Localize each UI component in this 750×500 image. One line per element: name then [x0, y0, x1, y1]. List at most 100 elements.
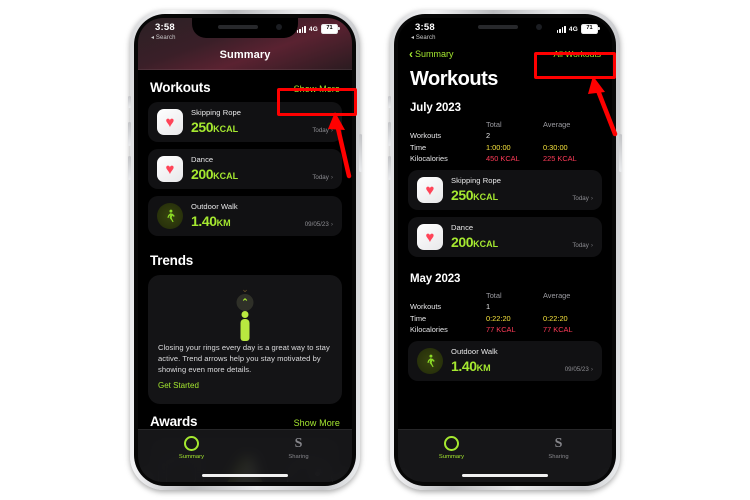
- silent-switch-right[interactable]: [388, 96, 391, 108]
- row-label: Workouts: [410, 131, 442, 141]
- month-statistics-table: Total Average Workouts 1 Time 0:22:20 0:…: [398, 288, 612, 341]
- activity-ring-icon: [184, 436, 199, 451]
- walking-icon: [417, 348, 443, 374]
- status-indicators: 4G 71: [556, 24, 600, 34]
- row-total: 1: [486, 302, 491, 312]
- tab-sharing[interactable]: S Sharing: [264, 436, 334, 460]
- workout-row[interactable]: Outdoor Walk 1.40KM 09/05/23 ›: [408, 341, 602, 381]
- tab-summary[interactable]: Summary: [417, 436, 487, 460]
- phone-right: 3:58 ◂ Search 4G 71 ‹ Summary All Workou…: [388, 10, 622, 490]
- sharing-icon: S: [554, 435, 563, 451]
- workouts-scroll-area[interactable]: Workouts July 2023 Total Average Workout…: [398, 64, 612, 482]
- table-row: Kilocalories 77 KCAL 77 KCAL: [410, 324, 600, 335]
- workouts-content: Workouts July 2023 Total Average Workout…: [398, 18, 612, 482]
- status-back-to-search[interactable]: ◂ Search: [411, 34, 436, 41]
- workout-amount: 1.40: [191, 212, 217, 229]
- status-time: 3:58: [415, 22, 435, 33]
- status-back-to-search[interactable]: ◂ Search: [151, 34, 176, 41]
- table-row: Kilocalories 450 KCAL 225 KCAL: [410, 153, 600, 164]
- workout-date: 09/05/23 ›: [305, 221, 333, 228]
- chevron-right-icon: ›: [330, 174, 333, 181]
- table-row: Workouts 1: [410, 301, 600, 312]
- column-average: Average: [543, 120, 571, 129]
- status-indicators: 4G 71: [296, 24, 340, 34]
- awards-show-more-button[interactable]: Show More: [294, 418, 340, 428]
- workout-date-label: Today: [572, 195, 589, 202]
- workout-row[interactable]: ♥ Dance 200KCAL Today ›: [148, 149, 342, 189]
- home-indicator-left[interactable]: [202, 473, 288, 477]
- heart-icon: ♥: [157, 156, 183, 182]
- workout-date: 09/05/23 ›: [565, 366, 593, 373]
- summary-content: Workouts Show More ♥ Skipping Rope 250KC…: [138, 18, 352, 482]
- workout-amount: 200: [191, 165, 214, 182]
- tab-summary-label: Summary: [178, 454, 205, 460]
- tab-summary[interactable]: Summary: [157, 436, 227, 460]
- workout-row[interactable]: ♥ Dance 200KCAL Today ›: [408, 217, 602, 257]
- earpiece-speaker: [218, 25, 258, 29]
- workout-unit: KM: [216, 217, 231, 228]
- chevron-right-icon: ›: [590, 242, 593, 249]
- workout-value: 250KCAL: [191, 119, 241, 135]
- home-indicator-right[interactable]: [462, 473, 548, 477]
- workout-row[interactable]: ♥ Skipping Rope 250KCAL Today ›: [148, 102, 342, 142]
- row-total: 0:22:20: [486, 313, 511, 323]
- workout-row[interactable]: Outdoor Walk 1.40KM 09/05/23 ›: [148, 196, 342, 236]
- workout-name: Skipping Rope: [191, 108, 242, 118]
- row-label: Kilocalories: [410, 324, 448, 334]
- row-total: 450 KCAL: [486, 153, 520, 163]
- chevron-right-icon: ›: [330, 127, 333, 134]
- person-figure-icon: [239, 311, 251, 341]
- workouts-page-title: Workouts: [410, 68, 498, 90]
- summary-scroll-area[interactable]: Workouts Show More ♥ Skipping Rope 250KC…: [138, 70, 352, 482]
- workout-date: Today ›: [572, 242, 593, 249]
- back-button[interactable]: ‹ Summary: [409, 48, 454, 60]
- column-average: Average: [543, 291, 571, 300]
- workout-row[interactable]: ♥ Skipping Rope 250KCAL Today ›: [408, 170, 602, 210]
- power-button-left[interactable]: [359, 134, 362, 172]
- workout-date: Today ›: [312, 127, 333, 134]
- row-total: 2: [486, 131, 491, 141]
- cellular-signal-icon: [556, 25, 566, 33]
- row-label: Kilocalories: [410, 153, 448, 163]
- chevron-up-icon: ⌃: [241, 297, 249, 307]
- battery-icon: 71: [321, 24, 340, 34]
- row-average: [543, 130, 600, 141]
- status-back-label: Search: [415, 35, 436, 41]
- heart-icon: ♥: [157, 109, 183, 135]
- workout-name: Outdoor Walk: [451, 347, 498, 357]
- workout-name: Dance: [451, 223, 474, 233]
- screen-right: 3:58 ◂ Search 4G 71 ‹ Summary All Workou…: [398, 18, 612, 482]
- notch-right: [452, 18, 558, 38]
- trends-card[interactable]: ⌄ ⌃ Closing your rings every day is a gr…: [148, 275, 342, 405]
- status-time: 3:58: [155, 22, 175, 33]
- row-average: 0:22:20: [543, 313, 568, 323]
- front-camera: [276, 24, 282, 30]
- workout-unit: KCAL: [213, 123, 239, 134]
- chevron-right-icon: ›: [330, 221, 333, 228]
- volume-down-button-left[interactable]: [128, 156, 131, 180]
- network-type-label: 4G: [308, 25, 318, 33]
- trend-up-badge: ⌃: [236, 294, 254, 311]
- power-button-right[interactable]: [619, 134, 622, 172]
- phone-left: Summary 3:58 ◂ Search 4G 71 Workouts Sho…: [128, 10, 362, 490]
- tab-sharing[interactable]: S Sharing: [524, 436, 594, 460]
- row-label: Workouts: [410, 302, 442, 312]
- tab-summary-label: Summary: [438, 454, 465, 460]
- workout-unit: KM: [476, 362, 491, 373]
- table-header-row: Total Average: [410, 290, 600, 301]
- row-label: Time: [410, 142, 427, 152]
- all-workouts-button[interactable]: All Workouts: [553, 49, 601, 59]
- heart-icon: ♥: [417, 177, 443, 203]
- month-heading: July 2023: [410, 102, 461, 114]
- row-average: 225 KCAL: [543, 153, 577, 163]
- volume-up-button-left[interactable]: [128, 122, 131, 146]
- workouts-show-more-button[interactable]: Show More: [294, 84, 340, 94]
- trends-description: Closing your rings every day is a great …: [158, 343, 330, 374]
- get-started-button[interactable]: Get Started: [158, 381, 199, 390]
- workout-name: Outdoor Walk: [191, 202, 238, 212]
- volume-up-button-right[interactable]: [388, 122, 391, 146]
- cellular-signal-icon: [296, 25, 306, 33]
- volume-down-button-right[interactable]: [388, 156, 391, 180]
- silent-switch-left[interactable]: [128, 96, 131, 108]
- awards-section-title: Awards: [150, 414, 198, 430]
